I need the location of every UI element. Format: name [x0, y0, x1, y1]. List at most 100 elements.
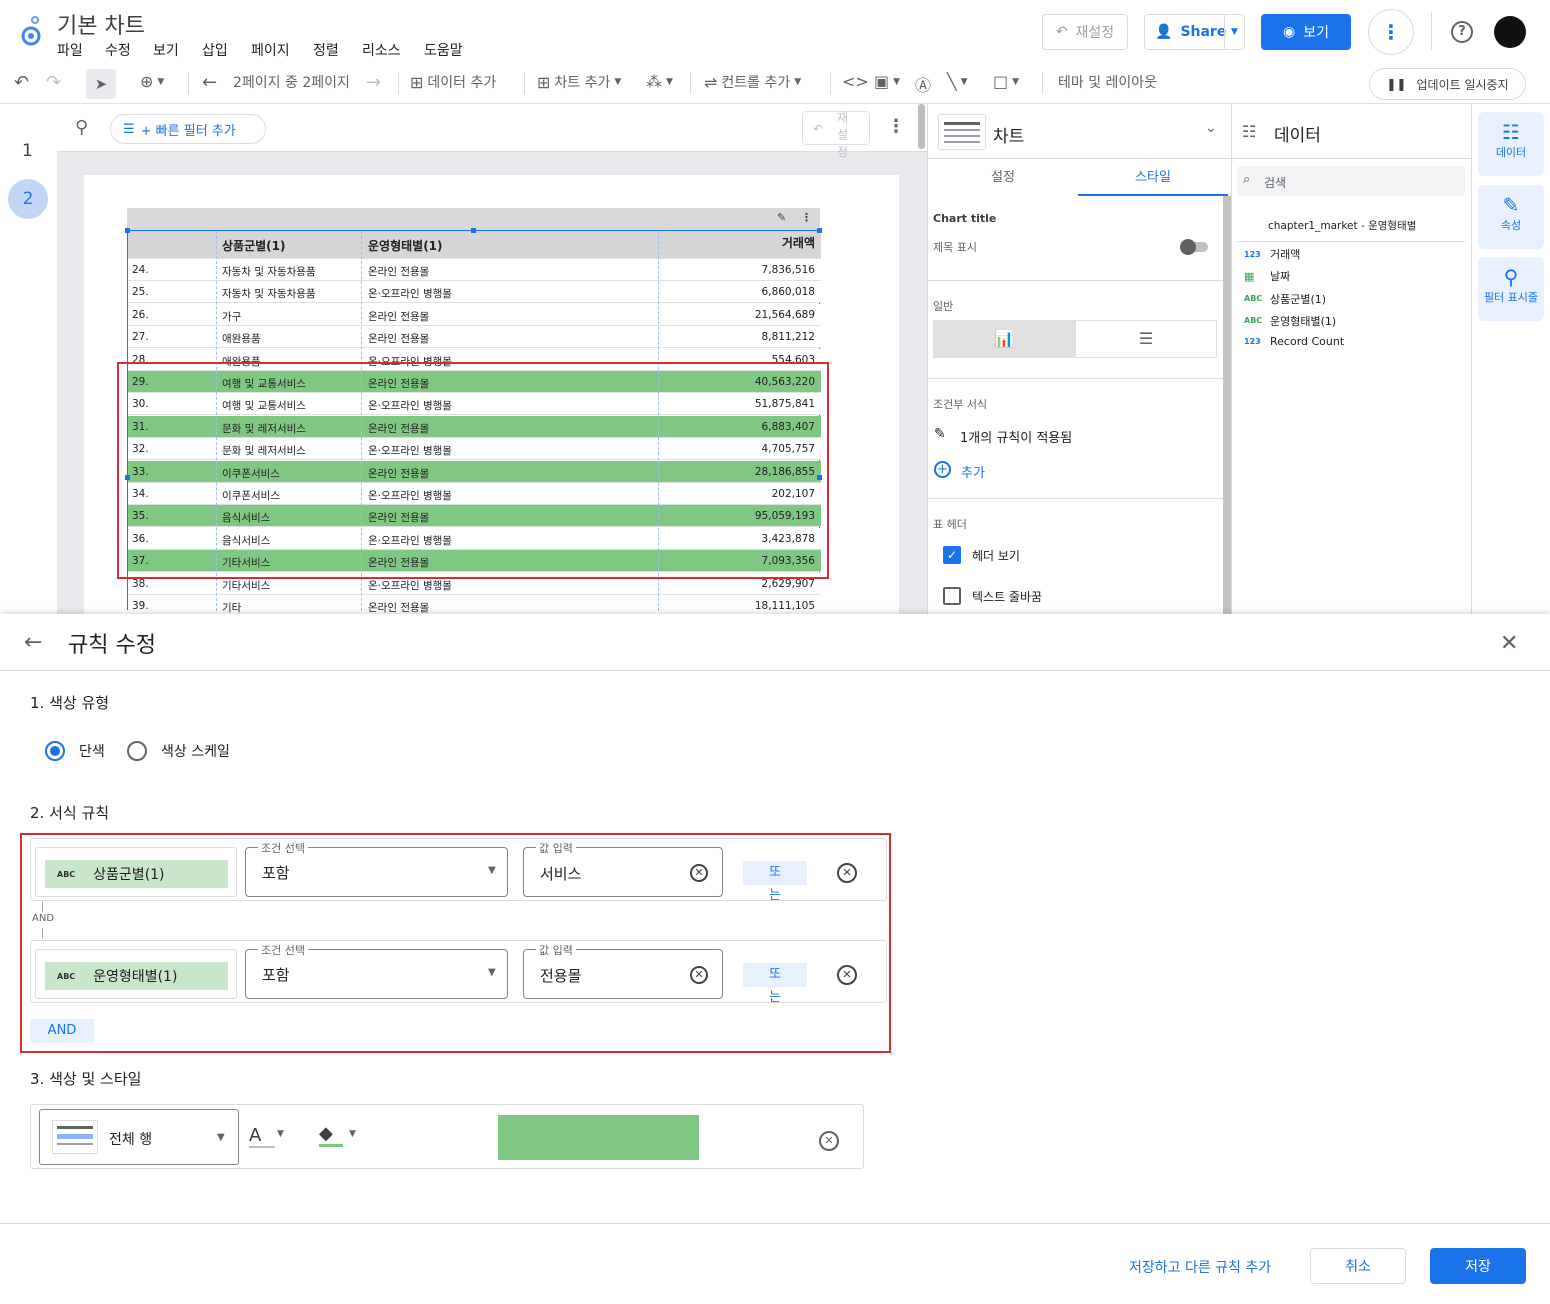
remove-fill-icon[interactable]: ✕ [819, 1131, 839, 1151]
data-field-item[interactable]: ABC 운영형태별(1) [1244, 313, 1336, 329]
next-page-icon[interactable]: → [366, 72, 381, 93]
color-scale-radio[interactable] [127, 741, 147, 761]
fill-color-icon[interactable]: ◆ [319, 1123, 343, 1147]
theme-layout-button[interactable]: 테마 및 레이아웃 [1058, 72, 1157, 92]
solid-label: 단색 [79, 744, 105, 760]
menu-help[interactable]: 도움말 [424, 40, 463, 60]
chevron-down-icon[interactable]: ⌄ [1205, 120, 1217, 136]
pause-updates-button[interactable]: ❚❚ 업데이트 일시중지 [1369, 68, 1526, 100]
cancel-button[interactable]: 취소 [1310, 1248, 1406, 1284]
menu-page[interactable]: 페이지 [251, 40, 290, 60]
code-icon[interactable]: <> [842, 72, 869, 91]
table-header-label: 표 헤더 [933, 518, 967, 531]
pencil-icon[interactable]: ✎ [934, 426, 946, 442]
looker-studio-logo[interactable] [18, 14, 46, 48]
tab-setup[interactable]: 설정 [928, 160, 1078, 196]
bar-style-icon[interactable]: 📊 [933, 320, 1075, 358]
back-arrow-icon[interactable]: ← [24, 630, 42, 655]
reset-button[interactable]: ↶ 재설정 [1042, 14, 1128, 50]
show-title-toggle[interactable] [1180, 239, 1208, 255]
zoom-icon[interactable]: ⊕ ▼ [140, 72, 164, 91]
table-row[interactable]: 25. 자동차 및 자동차용품 온·오프라인 병행몰 6,860,018 [128, 281, 821, 304]
rail-properties-button[interactable]: ✎ 속성 [1478, 185, 1544, 249]
page-thumb-2[interactable]: 2 [8, 179, 48, 219]
select-cursor-icon[interactable]: ➤ [86, 69, 116, 99]
shape-icon[interactable]: □ ▼ [993, 72, 1019, 91]
quick-filter-button[interactable]: ☰ + 빠른 필터 추가 [110, 114, 266, 144]
chart-title-label: Chart title [933, 212, 997, 225]
wrap-text-checkbox[interactable] [943, 587, 961, 605]
menu-insert[interactable]: 삽입 [202, 40, 228, 60]
solid-radio[interactable] [45, 741, 65, 761]
dialog-title: 규칙 수정 [68, 633, 156, 658]
redo-icon[interactable]: ↷ [46, 72, 61, 93]
close-icon[interactable]: ✕ [1500, 631, 1518, 656]
reset-button-small[interactable]: ↶ 재설정 [802, 111, 870, 159]
column-header[interactable]: 거래액 [782, 234, 815, 251]
prev-page-icon[interactable]: ← [202, 72, 217, 93]
wrap-text-label: 텍스트 줄바꿈 [972, 590, 1043, 604]
share-dropdown-icon[interactable]: ▼ [1224, 15, 1244, 49]
save-button[interactable]: 저장 [1430, 1248, 1526, 1284]
scrollbar[interactable] [1223, 196, 1231, 614]
add-component-icon[interactable]: ⁂ ▼ [646, 72, 673, 91]
report-title[interactable]: 기본 차트 [57, 8, 145, 40]
text-color-icon[interactable]: A [249, 1125, 275, 1148]
align-right-icon[interactable]: ☰ [1075, 320, 1217, 358]
menu-resources[interactable]: 리소스 [362, 40, 401, 60]
rules-applied-link[interactable]: 1개의 규칙이 적용됨 [960, 427, 1072, 446]
page-thumb-1[interactable]: 1 [22, 141, 33, 161]
add-control-button[interactable]: ⇌ 컨트롤 추가 ▼ [704, 72, 801, 92]
chart-more-icon[interactable]: ⋮ [801, 211, 812, 224]
undo-icon[interactable]: ↶ [14, 72, 29, 93]
table-chart-icon[interactable] [938, 114, 986, 150]
table-row[interactable]: 26. 가구 온라인 전용몰 21,564,689 [128, 303, 821, 326]
line-icon[interactable]: ╲ ▼ [947, 72, 968, 91]
show-header-label: 헤더 보기 [972, 549, 1020, 563]
table-row[interactable]: 24. 자동차 및 자동차용품 온라인 전용몰 7,836,516 [128, 259, 821, 281]
avatar[interactable] [1494, 16, 1526, 48]
data-field-item[interactable]: ABC 상품군별(1) [1244, 291, 1326, 307]
share-button[interactable]: 👤 Share ▼ [1144, 14, 1245, 50]
fill-color-swatch[interactable] [498, 1115, 699, 1160]
rail-filter-bar-button[interactable]: ⚲ 필터 표시줄 [1478, 257, 1544, 321]
add-chart-button[interactable]: ⊞ 차트 추가 ▼ [537, 72, 621, 92]
save-and-add-button[interactable]: 저장하고 다른 규칙 추가 [1129, 1257, 1271, 1277]
view-button[interactable]: ◉ 보기 [1261, 14, 1351, 50]
image-icon[interactable]: ▣ ▼ [874, 72, 900, 91]
data-field-item[interactable]: 123 Record Count [1244, 335, 1344, 348]
text-box-icon[interactable]: Ⓐ [915, 72, 931, 96]
add-circle-icon[interactable]: + [934, 461, 951, 478]
table-row[interactable]: 39. 기타 온라인 전용몰 18,111,105 [128, 595, 821, 614]
search-input[interactable]: ⌕ 검색 [1237, 166, 1465, 196]
column-header[interactable]: 운영형태별(1) [368, 237, 443, 254]
show-header-checkbox[interactable]: ✓ [943, 546, 961, 564]
tab-style[interactable]: 스타일 [1078, 160, 1228, 196]
dropdown-arrow-icon[interactable]: ▼ [277, 1129, 284, 1139]
help-icon[interactable]: ? [1451, 21, 1473, 43]
menu-view[interactable]: 보기 [153, 40, 179, 60]
menu-file[interactable]: 파일 [57, 40, 83, 60]
add-data-button[interactable]: ⊞ 데이터 추가 [410, 72, 496, 92]
resize-handle[interactable] [817, 228, 822, 233]
data-field-item[interactable]: 123 거래액 [1244, 246, 1300, 262]
column-header[interactable]: 상품군별(1) [222, 237, 285, 254]
divider [830, 72, 831, 94]
menu-edit[interactable]: 수정 [105, 40, 131, 60]
table-row[interactable]: 27. 애완용품 온라인 전용몰 8,811,212 [128, 326, 821, 349]
data-source-name[interactable]: chapter1_market - 운영형태별 [1268, 218, 1416, 233]
add-rule-link[interactable]: 추가 [961, 462, 985, 481]
apply-to-select[interactable]: 전체 행 ▼ [39, 1109, 239, 1165]
rail-data-button[interactable]: ☷ 데이터 [1478, 112, 1544, 176]
divider [524, 72, 525, 94]
edit-pencil-icon[interactable]: ✎ [777, 211, 786, 224]
menu-arrange[interactable]: 정렬 [313, 40, 339, 60]
filter-icon[interactable]: ⚲ [75, 117, 88, 138]
more-options-icon[interactable]: ⋮ [1368, 9, 1414, 55]
scrollbar[interactable] [918, 104, 925, 149]
data-field-item[interactable]: ▦ 날짜 [1244, 268, 1290, 284]
resize-handle[interactable] [125, 228, 130, 233]
dropdown-arrow-icon[interactable]: ▼ [349, 1129, 356, 1139]
more-options-icon[interactable]: ⋮ [887, 116, 905, 137]
resize-handle[interactable] [471, 228, 476, 233]
